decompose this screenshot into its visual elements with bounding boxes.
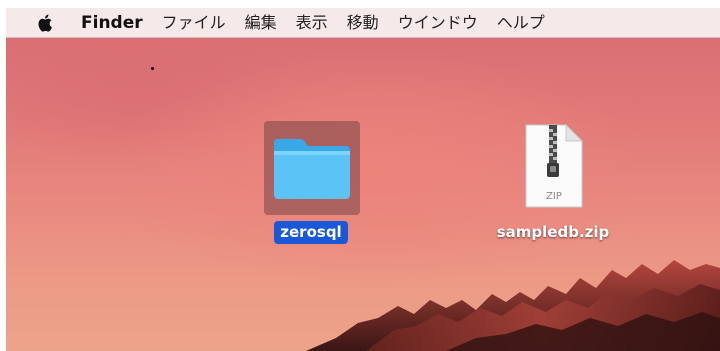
menu-window[interactable]: ウインドウ — [398, 8, 478, 38]
folder-icon — [274, 139, 350, 199]
folder-desktop-item[interactable] — [264, 121, 360, 215]
folder-name-label[interactable]: zerosql — [274, 221, 348, 244]
screen: Finder ファイル 編集 表示 移動 ウインドウ ヘルプ zerosql Z… — [0, 0, 720, 351]
menu-help[interactable]: ヘルプ — [497, 8, 545, 38]
zip-file-name-label[interactable]: sampledb.zip — [482, 221, 624, 244]
menu-edit[interactable]: 編集 — [245, 8, 277, 38]
menu-file[interactable]: ファイル — [162, 8, 226, 38]
apple-logo-icon[interactable] — [35, 11, 57, 35]
zip-file-desktop-item[interactable]: ZIP — [518, 121, 588, 211]
zip-archive-icon: ZIP — [525, 123, 584, 208]
menu-view[interactable]: 表示 — [296, 8, 328, 38]
mountain-silhouette — [306, 260, 720, 351]
menu-bar: Finder ファイル 編集 表示 移動 ウインドウ ヘルプ — [6, 8, 720, 38]
zip-type-label: ZIP — [546, 191, 562, 202]
mouse-pointer — [151, 67, 154, 70]
desktop-wallpaper[interactable] — [6, 38, 720, 351]
menu-app-name[interactable]: Finder — [81, 8, 143, 38]
menu-go[interactable]: 移動 — [347, 8, 379, 38]
